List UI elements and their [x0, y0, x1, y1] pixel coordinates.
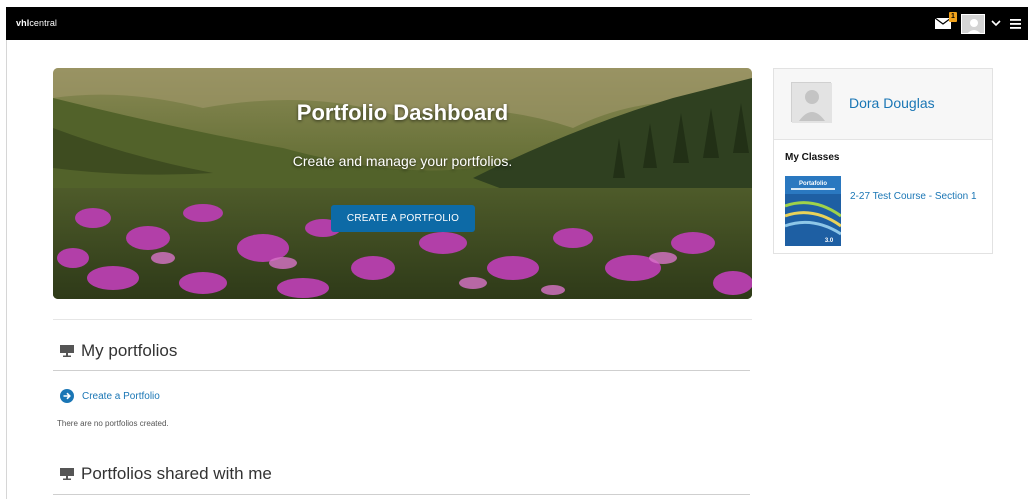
- arrow-right-circle-icon[interactable]: [60, 389, 74, 403]
- hero-title: Portfolio Dashboard: [296, 100, 509, 125]
- vhlcentral-logo[interactable]: vhlcentral: [16, 18, 57, 28]
- book-cover-version: 3.0: [825, 238, 834, 244]
- user-silhouette-icon: [792, 83, 832, 123]
- create-portfolio-button[interactable]: CREATE A PORTFOLIO: [331, 205, 475, 232]
- mail-count-badge: 1: [949, 12, 957, 22]
- profile-card: Dora Douglas My Classes Portafolio 3.0 2…: [773, 68, 993, 254]
- shared-portfolios-title: Portfolios shared with me: [81, 464, 272, 483]
- my-classes-heading: My Classes: [785, 152, 840, 163]
- section-underline: [53, 494, 750, 495]
- page-frame-border: [6, 40, 7, 499]
- class-link[interactable]: 2-27 Test Course - Section 1: [850, 189, 990, 204]
- class-cover-thumbnail[interactable]: Portafolio 3.0: [785, 176, 841, 246]
- create-portfolio-row[interactable]: Create a Portfolio: [60, 389, 160, 403]
- no-portfolios-message: There are no portfolios created.: [57, 419, 169, 428]
- presentation-board-icon: [60, 345, 74, 357]
- hero-subtitle: Create and manage your portfolios.: [292, 153, 513, 169]
- chevron-down-icon[interactable]: [991, 20, 1001, 27]
- user-avatar[interactable]: [961, 14, 985, 34]
- user-silhouette-icon: [962, 15, 984, 33]
- section-underline: [53, 370, 750, 371]
- shared-portfolios-heading: Portfolios shared with me: [60, 464, 272, 484]
- my-portfolios-heading: My portfolios: [60, 341, 177, 361]
- profile-card-header: Dora Douglas: [774, 69, 992, 140]
- top-navigation-bar: vhlcentral 1: [6, 7, 1028, 40]
- my-portfolios-title: My portfolios: [81, 341, 178, 360]
- hero-banner: Portfolio Dashboard Create and manage yo…: [53, 68, 752, 299]
- section-divider: [53, 319, 752, 320]
- presentation-board-icon: [60, 468, 74, 480]
- profile-avatar: [791, 82, 832, 123]
- book-cover-image: Portafolio 3.0: [785, 176, 841, 246]
- hamburger-menu-icon[interactable]: [1010, 19, 1021, 29]
- profile-name-link[interactable]: Dora Douglas: [849, 95, 935, 111]
- create-portfolio-link[interactable]: Create a Portfolio: [82, 391, 160, 402]
- book-cover-title: Portafolio: [799, 181, 827, 187]
